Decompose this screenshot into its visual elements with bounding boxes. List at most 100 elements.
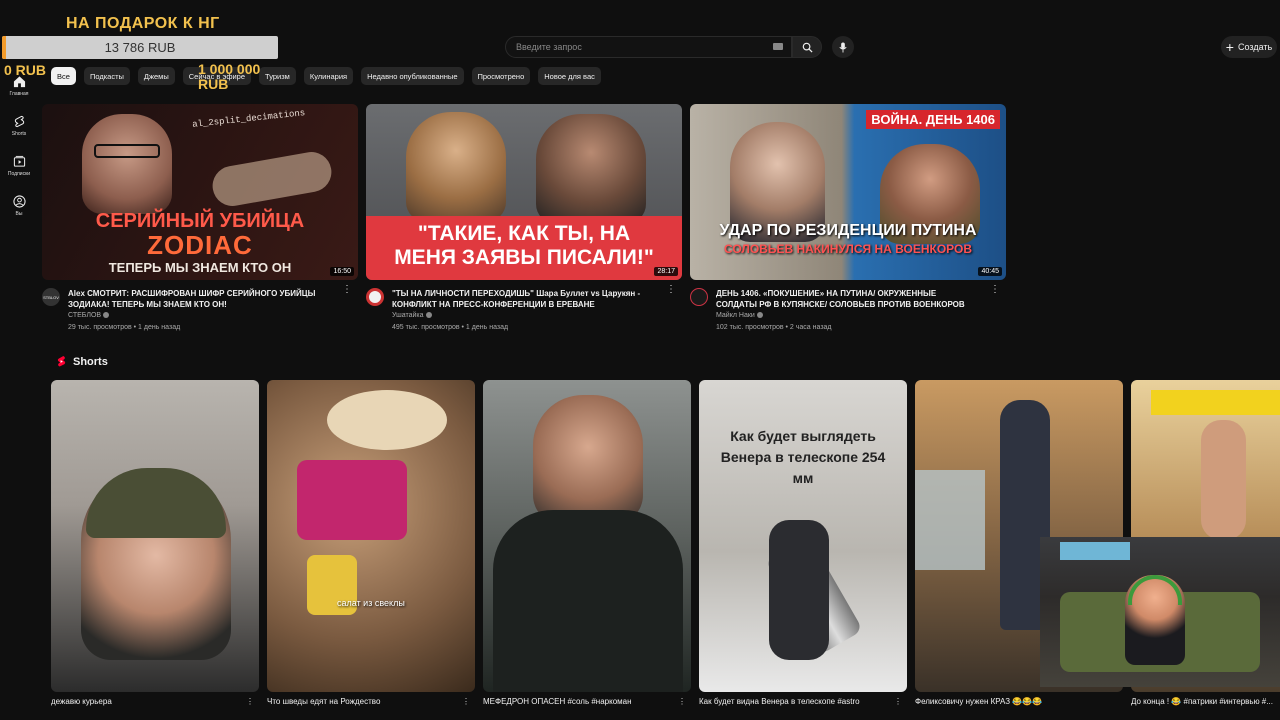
donation-amount: 13 786 RUB [104,40,176,55]
video-duration: 16:50 [330,267,354,276]
shop-display-image [915,470,985,570]
create-button[interactable]: + Создать [1221,36,1277,58]
shorts-icon [14,115,24,128]
thumb-text-line1: "ТАКИЕ, КАК ТЫ, НА [417,222,631,245]
video-duration: 28:17 [654,267,678,276]
thumb-text-line1: УДАР ПО РЕЗИДЕНЦИИ ПУТИНА [719,222,977,239]
sidebar-item-label: Подписки [7,171,31,177]
sidebar-item-you[interactable]: Вы [0,186,38,226]
short-thumbnail[interactable]: Как будет выглядеть Венера в телескопе 2… [699,380,907,692]
search-box[interactable] [505,36,792,58]
video-meta: ДЕНЬ 1406. «ПОКУШЕНИЕ» НА ПУТИНА/ ОКРУЖЕ… [690,285,1006,338]
video-card[interactable]: "ТАКИЕ, КАК ТЫ, НА МЕНЯ ЗАЯВЫ ПИСАЛИ!" 2… [366,104,682,338]
shorts-section-header: Shorts [56,355,108,368]
salad-bowl-image [327,390,447,450]
sidebar-item-shorts[interactable]: Shorts [0,106,38,146]
short-title[interactable]: МЕФЕДРОН ОПАСЕН #соль #наркоман [483,697,673,706]
channel-avatar[interactable]: STBLOV [42,288,60,306]
more-options-icon[interactable]: ⋮ [678,697,686,706]
channel-name[interactable]: Ушатайка [392,312,432,319]
channel-avatar[interactable] [690,288,708,306]
thumb-text-line2: ZODIAC [147,230,253,260]
search-button[interactable] [792,36,822,58]
short-thumbnail[interactable] [483,380,691,692]
video-thumbnail[interactable]: "ТАКИЕ, КАК ТЫ, НА МЕНЯ ЗАЯВЫ ПИСАЛИ!" 2… [366,104,682,280]
donation-max: 1 000 000 RUB [198,61,261,92]
plus-icon: + [1225,39,1234,55]
keyboard-icon[interactable] [773,43,783,50]
video-thumbnail[interactable]: al_2split_decimations СЕРИЙНЫЙ УБИЙЦА ZO… [42,104,358,280]
short-overlay-text: Как будет выглядеть Венера в телескопе 2… [720,428,886,486]
search-input[interactable] [506,37,756,57]
video-title[interactable]: "ТЫ НА ЛИЧНОСТИ ПЕРЕХОДИШЬ" Шара Буллет … [392,288,654,310]
more-options-icon[interactable]: ⋮ [990,285,1000,300]
more-options-icon[interactable]: ⋮ [666,285,676,300]
voice-search-button[interactable] [832,36,854,58]
person-image [1201,420,1246,540]
microphone-icon [839,41,847,53]
sidebar-item-label: Вы [15,211,23,217]
verified-icon [425,312,432,319]
glasses-icon [94,144,160,158]
thumb-code-text: al_2split_decimations [191,108,306,130]
sidebar-item-label: Shorts [11,131,27,137]
video-meta: "ТЫ НА ЛИЧНОСТИ ПЕРЕХОДИШЬ" Шара Буллет … [366,285,682,338]
subscriptions-icon [13,155,25,167]
channel-name-text: Ушатайка [392,312,424,319]
awning-image [1151,390,1280,415]
video-title[interactable]: ДЕНЬ 1406. «ПОКУШЕНИЕ» НА ПУТИНА/ ОКРУЖЕ… [716,288,978,310]
person-right-image [536,114,646,224]
channel-name-text: СТЕБЛОВ [68,312,102,319]
room-window-image [1060,542,1130,560]
chip-watched[interactable]: Просмотрено [471,67,531,85]
verified-icon [756,312,763,319]
donation-title: НА ПОДАРОК К НГ [66,15,220,32]
beanie-image [86,468,226,538]
video-meta: STBLOV Alex СМОТРИТ: РАСШИФРОВАН ШИФР СЕ… [42,285,358,338]
video-stats: 495 тыс. просмотров • 1 день назад [392,324,509,331]
you-icon [12,195,26,208]
channel-avatar[interactable] [366,288,384,306]
more-options-icon[interactable]: ⋮ [462,697,470,706]
donation-widget: НА ПОДАРОК К НГ 13 786 RUB 0 RUB 1 000 0… [0,0,300,100]
short-title[interactable]: Феликсовичу нужен КРАЗ 😂😂😂 [915,697,1105,706]
more-options-icon[interactable]: ⋮ [342,285,352,300]
short-title[interactable]: Как будет видна Венера в телескопе #astr… [699,697,889,706]
short-title[interactable]: До конца ! 😂 #патрики #интервью #... [1131,697,1280,706]
verified-icon [103,312,110,319]
figure-image [209,148,335,210]
short-thumbnail[interactable]: салат из свеклы [267,380,475,692]
thumb-text-line2: МЕНЯ ЗАЯВЫ ПИСАЛИ!" [394,246,654,269]
channel-name[interactable]: СТЕБЛОВ [68,312,110,319]
person-left-image [406,112,506,222]
short-title[interactable]: дежавю курьера [51,697,241,706]
person-portrait [82,114,172,214]
thumb-text-line3: ТЕПЕРЬ МЫ ЗНАЕМ КТО ОН [108,260,292,275]
person-image [533,395,643,525]
video-card[interactable]: al_2split_decimations СЕРИЙНЫЙ УБИЙЦА ZO… [42,104,358,338]
person-image [769,520,829,660]
more-options-icon[interactable]: ⋮ [246,697,254,706]
create-button-label: Создать [1237,42,1273,52]
shorts-logo-icon [57,356,66,367]
short-title[interactable]: Что шведы едят на Рождество [267,697,457,706]
video-card[interactable]: ВОЙНА. ДЕНЬ 1406 УДАР ПО РЕЗИДЕНЦИИ ПУТИ… [690,104,1006,338]
search-icon [802,42,813,53]
war-day-badge: ВОЙНА. ДЕНЬ 1406 [866,110,1000,129]
chip-recently-uploaded[interactable]: Недавно опубликованные [361,67,464,85]
video-thumbnail[interactable]: ВОЙНА. ДЕНЬ 1406 УДАР ПО РЕЗИДЕНЦИИ ПУТИ… [690,104,1006,280]
channel-name[interactable]: Майкл Наки [716,312,763,319]
more-options-icon[interactable]: ⋮ [894,697,902,706]
video-stats: 29 тыс. просмотров • 1 день назад [68,324,181,331]
chip-new-for-you[interactable]: Новое для вас [538,67,601,85]
thumb-text-line2: СОЛОВЬЕВ НАКИНУЛСЯ НА ВОЕНКОРОВ [724,242,972,256]
beet-salad-image [297,460,407,540]
short-thumbnail[interactable] [51,380,259,692]
donation-progress-bar: 13 786 RUB [2,36,278,59]
video-title[interactable]: Alex СМОТРИТ: РАСШИФРОВАН ШИФР СЕРИЙНОГО… [68,288,330,310]
sidebar-item-subscriptions[interactable]: Подписки [0,146,38,186]
chip-cooking[interactable]: Кулинария [303,67,354,85]
channel-name-text: Майкл Наки [716,312,755,319]
webcam-overlay [1040,537,1280,687]
video-stats: 102 тыс. просмотров • 2 часа назад [716,324,832,331]
